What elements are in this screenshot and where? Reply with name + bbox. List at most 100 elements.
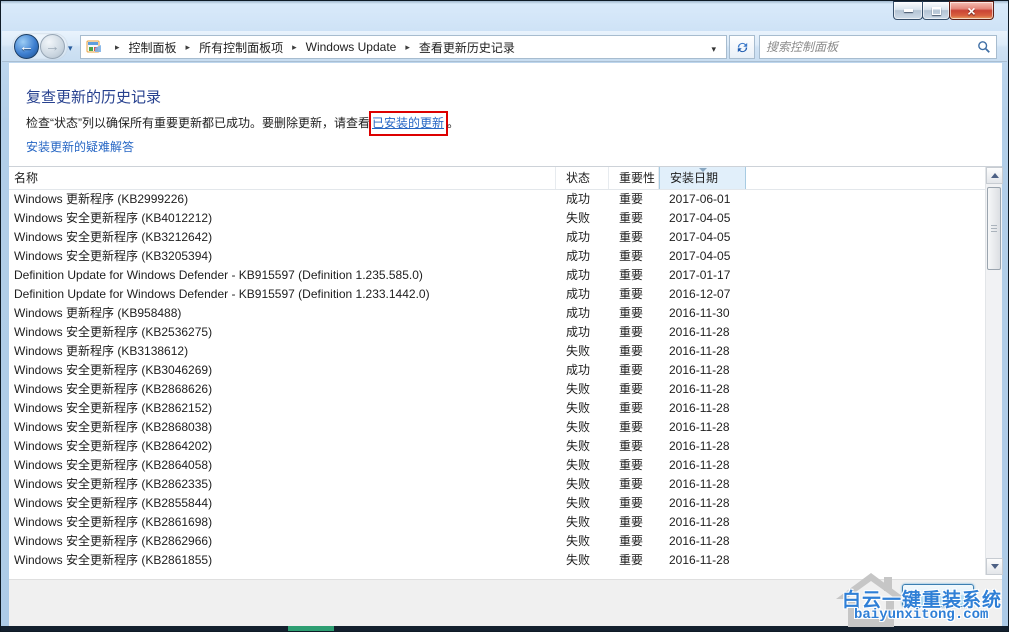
table-row[interactable]: Windows 安全更新程序 (KB2864202) 失败 重要 2016-11… bbox=[9, 437, 985, 456]
table-row[interactable]: Windows 安全更新程序 (KB4012212) 失败 重要 2017-04… bbox=[9, 209, 985, 228]
breadcrumb-dropdown-icon[interactable]: ▾ bbox=[711, 44, 716, 55]
table-row[interactable]: Windows 安全更新程序 (KB3046269) 成功 重要 2016-11… bbox=[9, 361, 985, 380]
ok-button[interactable] bbox=[902, 584, 974, 607]
breadcrumb-separator-icon[interactable]: ▸ bbox=[186, 42, 191, 53]
cell-install-date: 2016-11-30 bbox=[659, 304, 746, 323]
intro-text-before: 检查“状态”列以确保所有重要更新都已成功。要删除更新，请查看 bbox=[26, 116, 370, 130]
cell-importance: 重要 bbox=[609, 247, 659, 266]
cell-install-date: 2016-11-28 bbox=[659, 475, 746, 494]
list-header-row: 名称 状态 重要性 安装日期 bbox=[9, 167, 1002, 190]
cell-importance: 重要 bbox=[609, 513, 659, 532]
minimize-button[interactable] bbox=[893, 1, 923, 20]
close-button[interactable]: × bbox=[949, 1, 994, 20]
cell-name: Windows 安全更新程序 (KB2862152) bbox=[9, 399, 556, 418]
breadcrumb-separator-icon[interactable]: ▸ bbox=[405, 42, 410, 53]
table-row[interactable]: Windows 更新程序 (KB958488) 成功 重要 2016-11-30 bbox=[9, 304, 985, 323]
cell-importance: 重要 bbox=[609, 475, 659, 494]
column-header-install-date[interactable]: 安装日期 bbox=[659, 167, 746, 189]
cell-status: 失败 bbox=[556, 494, 609, 513]
cell-status: 失败 bbox=[556, 456, 609, 475]
forward-button[interactable]: → bbox=[40, 34, 65, 59]
cell-importance: 重要 bbox=[609, 285, 659, 304]
cell-filler bbox=[746, 475, 985, 494]
table-row[interactable]: Windows 安全更新程序 (KB2862152) 失败 重要 2016-11… bbox=[9, 399, 985, 418]
scrollbar-thumb[interactable] bbox=[987, 187, 1001, 270]
table-row[interactable]: Windows 安全更新程序 (KB2868038) 失败 重要 2016-11… bbox=[9, 418, 985, 437]
control-panel-icon[interactable] bbox=[86, 39, 102, 55]
recent-pages-dropdown[interactable]: ▾ bbox=[68, 43, 73, 54]
breadcrumb-item-1[interactable]: 所有控制面板项 bbox=[199, 39, 283, 56]
refresh-button[interactable] bbox=[729, 35, 755, 59]
cell-status: 成功 bbox=[556, 228, 609, 247]
cell-filler bbox=[746, 399, 985, 418]
cell-filler bbox=[746, 190, 985, 209]
column-header-status[interactable]: 状态 bbox=[556, 167, 609, 189]
maximize-button[interactable] bbox=[922, 1, 950, 20]
table-row[interactable]: Windows 安全更新程序 (KB2868626) 失败 重要 2016-11… bbox=[9, 380, 985, 399]
cell-filler bbox=[746, 228, 985, 247]
cell-status: 失败 bbox=[556, 532, 609, 551]
back-button[interactable]: ← bbox=[14, 34, 39, 59]
table-row[interactable]: Definition Update for Windows Defender -… bbox=[9, 285, 985, 304]
cell-name: Definition Update for Windows Defender -… bbox=[9, 285, 556, 304]
cell-importance: 重要 bbox=[609, 266, 659, 285]
table-row[interactable]: Windows 安全更新程序 (KB2862966) 失败 重要 2016-11… bbox=[9, 532, 985, 551]
cell-install-date: 2016-11-28 bbox=[659, 399, 746, 418]
table-row[interactable]: Windows 安全更新程序 (KB2861698) 失败 重要 2016-11… bbox=[9, 513, 985, 532]
vertical-scrollbar[interactable] bbox=[985, 167, 1002, 575]
cell-name: Windows 安全更新程序 (KB2864058) bbox=[9, 456, 556, 475]
table-row[interactable]: Windows 安全更新程序 (KB3205394) 成功 重要 2017-04… bbox=[9, 247, 985, 266]
scrollbar-up-button[interactable] bbox=[986, 167, 1003, 184]
table-row[interactable]: Windows 更新程序 (KB2999226) 成功 重要 2017-06-0… bbox=[9, 190, 985, 209]
cell-importance: 重要 bbox=[609, 361, 659, 380]
cell-filler bbox=[746, 209, 985, 228]
main-content: 复查更新的历史记录 检查“状态”列以确保所有重要更新都已成功。要删除更新，请查看… bbox=[9, 63, 1002, 579]
search-button[interactable] bbox=[972, 36, 996, 58]
page-title: 复查更新的历史记录 bbox=[26, 86, 161, 107]
cell-filler bbox=[746, 361, 985, 380]
table-row[interactable]: Windows 安全更新程序 (KB2862335) 失败 重要 2016-11… bbox=[9, 475, 985, 494]
cell-install-date: 2017-01-17 bbox=[659, 266, 746, 285]
scroll-up-icon bbox=[991, 173, 999, 178]
column-header-importance[interactable]: 重要性 bbox=[609, 167, 659, 189]
cell-filler bbox=[746, 418, 985, 437]
minimize-icon bbox=[904, 9, 913, 12]
search-input[interactable] bbox=[760, 37, 972, 57]
table-row[interactable]: Definition Update for Windows Defender -… bbox=[9, 266, 985, 285]
cell-name: Windows 安全更新程序 (KB3046269) bbox=[9, 361, 556, 380]
cell-importance: 重要 bbox=[609, 418, 659, 437]
cell-name: Windows 安全更新程序 (KB3212642) bbox=[9, 228, 556, 247]
cell-install-date: 2016-11-28 bbox=[659, 323, 746, 342]
cell-importance: 重要 bbox=[609, 304, 659, 323]
cell-name: Windows 安全更新程序 (KB2868038) bbox=[9, 418, 556, 437]
troubleshoot-updates-link[interactable]: 安装更新的疑难解答 bbox=[26, 138, 134, 155]
table-row[interactable]: Windows 更新程序 (KB3138612) 失败 重要 2016-11-2… bbox=[9, 342, 985, 361]
cell-install-date: 2017-04-05 bbox=[659, 228, 746, 247]
maximize-icon bbox=[932, 7, 941, 15]
breadcrumb-separator-icon[interactable]: ▸ bbox=[115, 42, 120, 53]
cell-importance: 重要 bbox=[609, 551, 659, 570]
breadcrumb-item-3[interactable]: 查看更新历史记录 bbox=[419, 39, 515, 56]
cell-install-date: 2016-12-07 bbox=[659, 285, 746, 304]
breadcrumb-separator-icon[interactable]: ▸ bbox=[292, 42, 297, 53]
cell-filler bbox=[746, 437, 985, 456]
installed-updates-link[interactable]: 已安装的更新 bbox=[372, 116, 444, 130]
cell-status: 成功 bbox=[556, 323, 609, 342]
table-row[interactable]: Windows 安全更新程序 (KB3212642) 成功 重要 2017-04… bbox=[9, 228, 985, 247]
table-row[interactable]: Windows 安全更新程序 (KB2536275) 成功 重要 2016-11… bbox=[9, 323, 985, 342]
cell-name: Windows 安全更新程序 (KB4012212) bbox=[9, 209, 556, 228]
cell-importance: 重要 bbox=[609, 380, 659, 399]
scrollbar-down-button[interactable] bbox=[986, 558, 1003, 575]
cell-filler bbox=[746, 456, 985, 475]
cell-status: 失败 bbox=[556, 399, 609, 418]
cell-filler bbox=[746, 551, 985, 570]
table-row[interactable]: Windows 安全更新程序 (KB2855844) 失败 重要 2016-11… bbox=[9, 494, 985, 513]
bottom-panel bbox=[9, 579, 1002, 626]
breadcrumb-item-2[interactable]: Windows Update bbox=[306, 40, 397, 54]
cell-name: Windows 安全更新程序 (KB2861855) bbox=[9, 551, 556, 570]
table-row[interactable]: Windows 安全更新程序 (KB2861855) 失败 重要 2016-11… bbox=[9, 551, 985, 570]
column-header-name[interactable]: 名称 bbox=[9, 167, 556, 189]
breadcrumb-item-0[interactable]: 控制面板 bbox=[129, 39, 177, 56]
table-row[interactable]: Windows 安全更新程序 (KB2864058) 失败 重要 2016-11… bbox=[9, 456, 985, 475]
list-rows: Windows 更新程序 (KB2999226) 成功 重要 2017-06-0… bbox=[9, 190, 985, 574]
